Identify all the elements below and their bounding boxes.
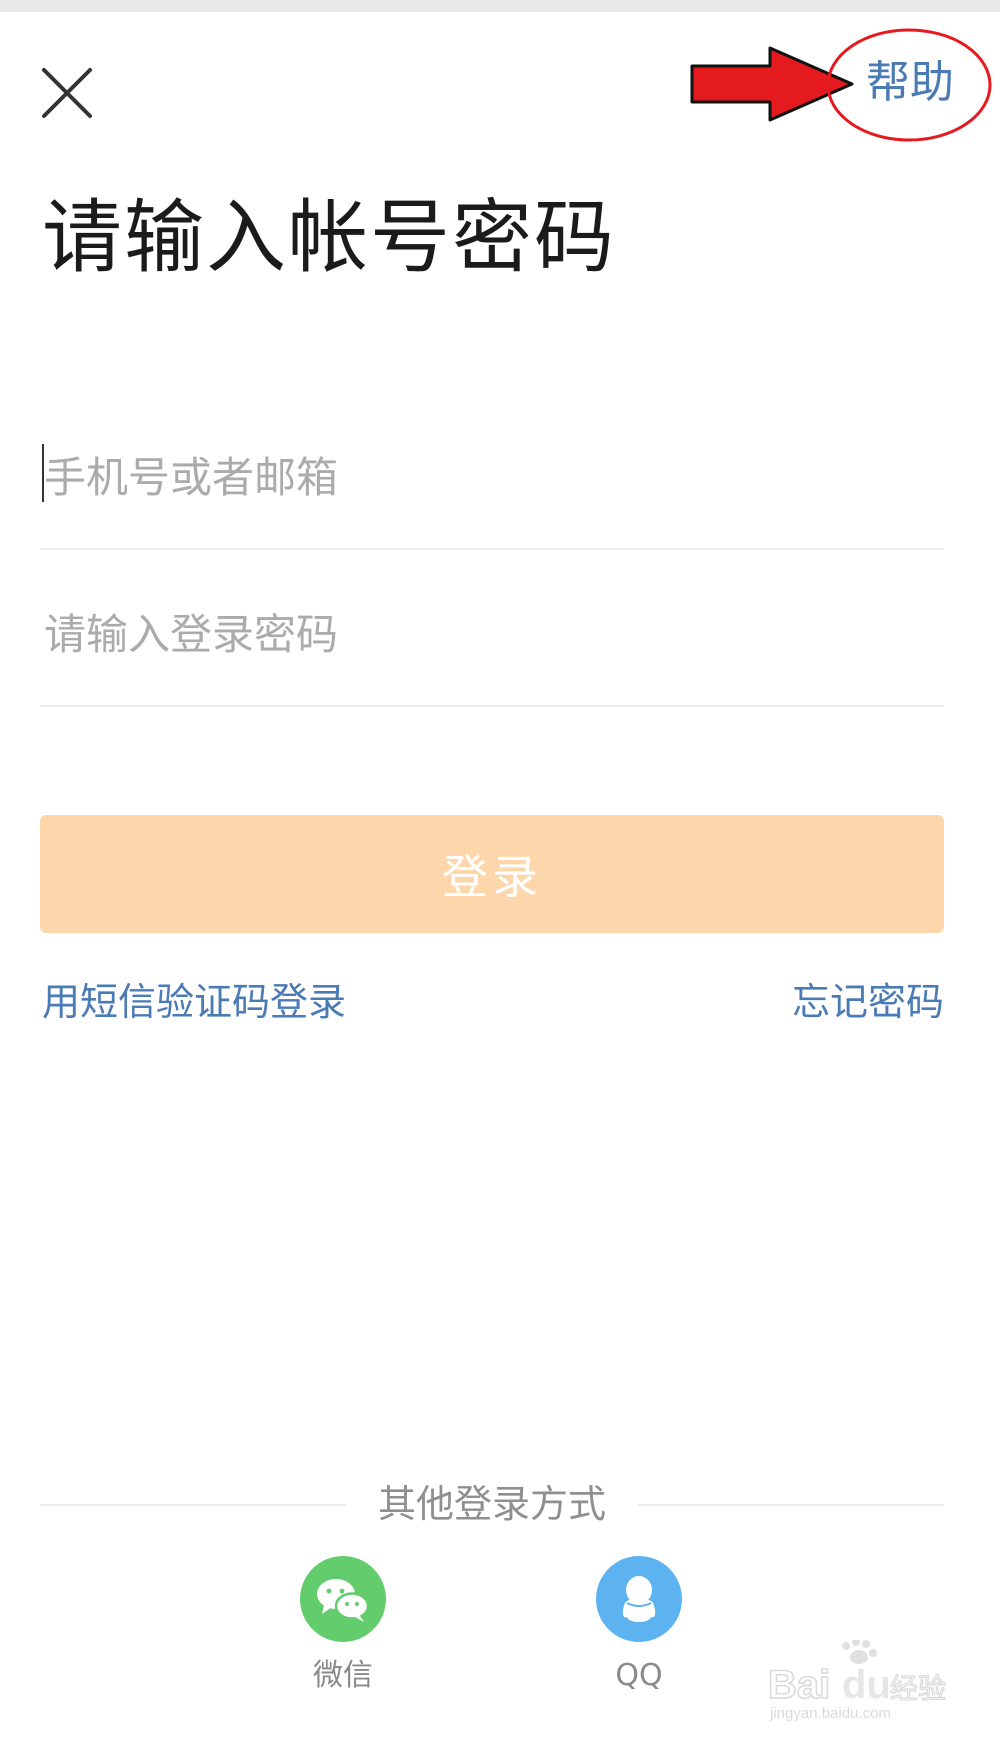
help-link[interactable]: 帮助 [866, 56, 954, 110]
svg-text:du: du [842, 1663, 891, 1707]
password-field-container [40, 547, 944, 707]
close-button[interactable] [40, 66, 94, 120]
svg-text:经验: 经验 [890, 1672, 946, 1705]
page-title: 请输入帐号密码 [42, 188, 616, 288]
svg-text:jingyan.baidu.com: jingyan.baidu.com [769, 1705, 891, 1722]
qq-icon [596, 1556, 682, 1642]
other-login-divider: 其他登录方式 [40, 1474, 944, 1534]
status-bar-strip [0, 0, 1000, 12]
baidu-watermark: Bai du 经验 jingyan.baidu.com [762, 1640, 952, 1722]
qq-login-button[interactable]: QQ [539, 1556, 739, 1696]
account-field-container [40, 390, 944, 550]
sms-login-link[interactable]: 用短信验证码登录 [42, 974, 346, 1030]
close-icon [40, 66, 94, 120]
password-input[interactable] [40, 605, 948, 665]
wechat-login-button[interactable]: 微信 [243, 1556, 443, 1696]
account-input[interactable] [40, 448, 948, 508]
divider-line-right [638, 1504, 944, 1506]
svg-text:Bai: Bai [768, 1663, 830, 1707]
qq-label: QQ [539, 1656, 739, 1696]
wechat-icon [300, 1556, 386, 1642]
wechat-label: 微信 [243, 1656, 443, 1696]
forgot-password-link[interactable]: 忘记密码 [792, 974, 944, 1030]
login-button[interactable]: 登录 [40, 815, 944, 933]
